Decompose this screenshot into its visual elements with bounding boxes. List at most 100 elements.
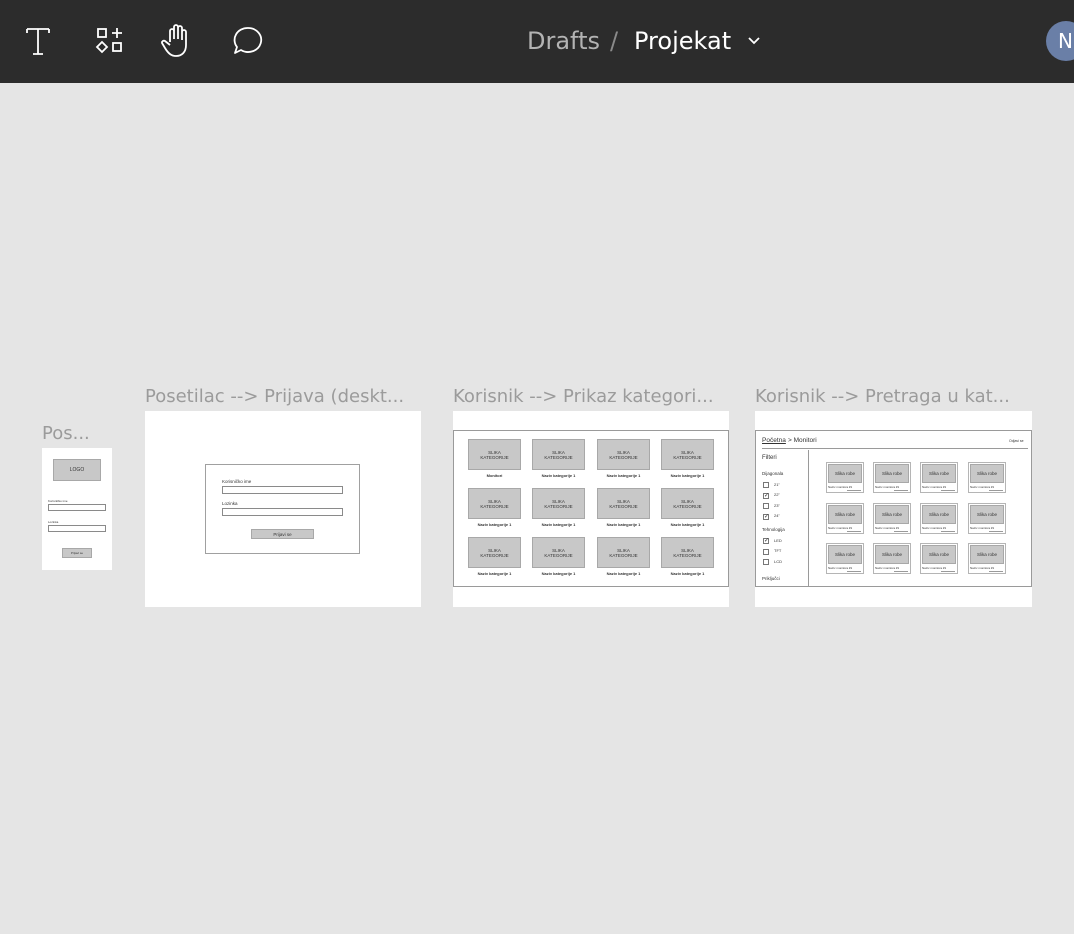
product-card[interactable]: Slika robe Naziv monitora #1: [826, 543, 864, 574]
product-card[interactable]: Slika robe Naziv monitora #1: [920, 503, 958, 534]
login-button[interactable]: Prijavi se: [62, 548, 92, 558]
logo-placeholder: LOGO: [53, 459, 101, 481]
frame-desktop-login[interactable]: Korisničko ime Lozinka Prijavi se: [145, 411, 421, 607]
filter-option-label: 22": [774, 492, 780, 497]
username-label: Korisničko ime: [222, 479, 252, 484]
filter-option-label: 21": [774, 481, 780, 487]
category-image[interactable]: SLIKA KATEGORIJE: [661, 439, 714, 470]
category-label[interactable]: Naziv kategorije 1: [661, 571, 714, 576]
category-image[interactable]: SLIKA KATEGORIJE: [597, 488, 650, 519]
password-label: Lozinka: [222, 501, 238, 506]
product-card[interactable]: Slika robe Naziv monitora #1: [920, 462, 958, 493]
filter-checkbox[interactable]: ✓: [763, 492, 769, 499]
product-card[interactable]: Slika robe Naziv monitora #1: [968, 543, 1006, 574]
breadcrumb-separator: /: [610, 27, 619, 55]
category-label[interactable]: Naziv kategorije 1: [661, 522, 714, 527]
filter-checkbox[interactable]: [763, 503, 769, 509]
frame-categories[interactable]: SLIKA KATEGORIJE Monitori SLIKA KATEGORIJE…: [453, 411, 729, 607]
product-card[interactable]: Slika robe Naziv monitora #1: [873, 543, 911, 574]
category-image[interactable]: SLIKA KATEGORIJE: [468, 488, 521, 519]
filter-checkbox[interactable]: [763, 548, 769, 555]
category-label[interactable]: Monitori: [468, 473, 521, 478]
product-card[interactable]: Slika robe Naziv monitora #1: [826, 462, 864, 493]
filter-option-label: TFT: [774, 548, 782, 553]
category-image[interactable]: SLIKA KATEGORIJE: [468, 537, 521, 568]
product-name: Naziv monitora #1: [828, 485, 853, 489]
components-icon: [95, 26, 125, 56]
filter-checkbox[interactable]: ✓: [763, 513, 769, 520]
text-icon: [24, 24, 52, 58]
category-image[interactable]: SLIKA KATEGORIJE: [597, 537, 650, 568]
product-name: Naziv monitora #1: [970, 485, 995, 489]
frame-mobile-login[interactable]: LOGO Korisničko ime Lozinka Prijavi se: [42, 448, 112, 570]
category-label[interactable]: Naziv kategorije 1: [532, 522, 585, 527]
logout-link[interactable]: Odjavi se: [1009, 439, 1024, 443]
frame-title-categories[interactable]: Korisnik --> Prikaz kategori...: [453, 386, 714, 408]
top-toolbar: Drafts / Projekat N: [0, 0, 1074, 83]
filter-checkbox[interactable]: [763, 559, 769, 565]
frame-title-mobile[interactable]: Pos...: [42, 423, 90, 445]
avatar[interactable]: N: [1046, 21, 1074, 61]
project-name[interactable]: Projekat: [634, 26, 731, 56]
categories-grid: SLIKA KATEGORIJE Monitori SLIKA KATEGORIJE…: [453, 430, 729, 587]
category-label[interactable]: Naziv kategorije 1: [597, 522, 650, 527]
product-price-line: [847, 571, 861, 572]
product-card[interactable]: Slika robe Naziv monitora #1: [873, 462, 911, 493]
product-price-line: [941, 571, 955, 572]
product-price-line: [989, 571, 1003, 572]
filter-option-label: 24": [774, 513, 780, 518]
category-image[interactable]: SLIKA KATEGORIJE: [532, 537, 585, 568]
comment-tool-button[interactable]: [228, 21, 268, 61]
category-image[interactable]: SLIKA KATEGORIJE: [661, 537, 714, 568]
category-label[interactable]: Naziv kategorije 1: [468, 522, 521, 527]
product-card[interactable]: Slika robe Naziv monitora #1: [826, 503, 864, 534]
product-image: Slika robe: [875, 505, 909, 524]
product-card[interactable]: Slika robe Naziv monitora #1: [968, 503, 1006, 534]
product-price-line: [894, 531, 908, 532]
category-image[interactable]: SLIKA KATEGORIJE: [532, 439, 585, 470]
login-panel: Korisničko ime Lozinka Prijavi se: [205, 464, 360, 554]
product-price-line: [894, 571, 908, 572]
product-name: Naziv monitora #1: [875, 485, 900, 489]
category-label[interactable]: Naziv kategorije 1: [597, 571, 650, 576]
category-label[interactable]: Naziv kategorije 1: [532, 473, 585, 478]
breadcrumb-home[interactable]: Početna: [762, 437, 786, 444]
category-label[interactable]: Naziv kategorije 1: [597, 473, 650, 478]
product-price-line: [941, 531, 955, 532]
username-input[interactable]: [222, 486, 343, 494]
frame-title-login[interactable]: Posetilac --> Prijava (deskt...: [145, 386, 404, 408]
filter-checkbox[interactable]: [763, 482, 769, 488]
category-label[interactable]: Naziv kategorije 1: [468, 571, 521, 576]
breadcrumb-drafts[interactable]: Drafts: [527, 26, 600, 56]
product-image: Slika robe: [875, 464, 909, 483]
hand-tool-button[interactable]: [158, 21, 198, 61]
frame-search[interactable]: Početna > Monitori Odjavi se Filteri Dij…: [755, 411, 1032, 607]
product-image: Slika robe: [970, 545, 1004, 564]
filter-option-label: LCD: [774, 558, 783, 564]
components-tool-button[interactable]: [90, 21, 130, 61]
category-label[interactable]: Naziv kategorije 1: [532, 571, 585, 576]
login-button[interactable]: Prijavi se: [251, 529, 314, 539]
category-image[interactable]: SLIKA KATEGORIJE: [468, 439, 521, 470]
product-image: Slika robe: [970, 505, 1004, 524]
product-card[interactable]: Slika robe Naziv monitora #1: [968, 462, 1006, 493]
product-name: Naziv monitora #1: [970, 526, 995, 530]
category-image[interactable]: SLIKA KATEGORIJE: [597, 439, 650, 470]
filter-option-label: 23": [774, 502, 780, 508]
filter-checkbox[interactable]: ✓: [763, 538, 769, 544]
password-input[interactable]: [48, 525, 106, 532]
username-input[interactable]: [48, 504, 106, 511]
password-label: Lozinka: [48, 520, 59, 524]
product-name: Naziv monitora #1: [828, 566, 853, 570]
product-image: Slika robe: [970, 464, 1004, 483]
category-image[interactable]: SLIKA KATEGORIJE: [661, 488, 714, 519]
frame-title-search[interactable]: Korisnik --> Pretraga u kat...: [755, 386, 1010, 408]
password-input[interactable]: [222, 508, 343, 516]
category-image[interactable]: SLIKA KATEGORIJE: [532, 488, 585, 519]
product-card[interactable]: Slika robe Naziv monitora #1: [920, 543, 958, 574]
product-image: Slika robe: [828, 505, 862, 524]
category-label[interactable]: Naziv kategorije 1: [661, 473, 714, 478]
product-card[interactable]: Slika robe Naziv monitora #1: [873, 503, 911, 534]
chevron-down-icon[interactable]: [746, 34, 762, 53]
text-tool-button[interactable]: [18, 21, 58, 61]
